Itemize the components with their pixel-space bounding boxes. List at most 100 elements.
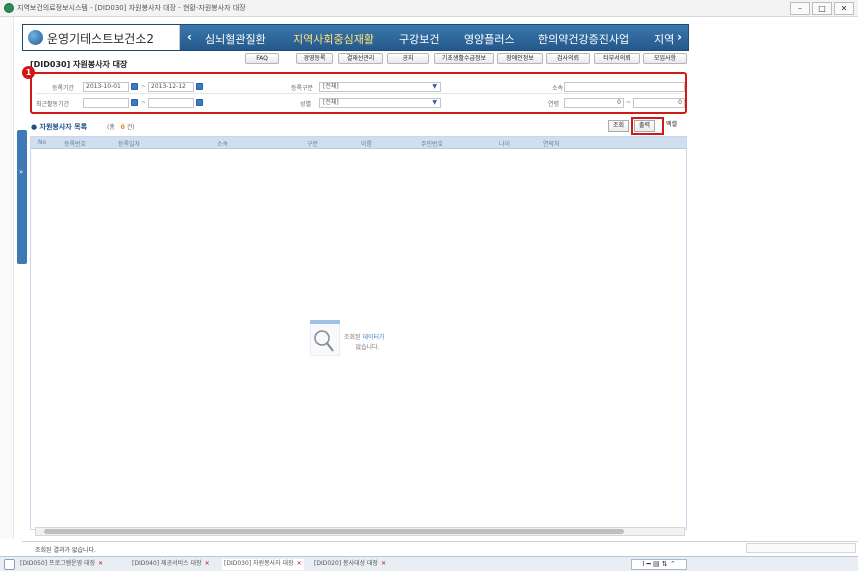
reg-type-label: 등록구분	[291, 85, 314, 92]
basic-livelihood-button[interactable]: 기초생활수급정보	[434, 53, 494, 64]
list-count: (총 0 건)	[107, 122, 135, 131]
tab-label: [DID020] 봉사대상 대장	[314, 560, 379, 567]
age-from-input[interactable]: 0	[564, 98, 624, 108]
org-name: 운영기테스트보건소2	[47, 32, 154, 46]
empty-message: 조회된 데이터가 없습니다.	[344, 333, 385, 353]
search-row-1: 등록기간 2013-10-01 ~ 2013-12-12 등록구분 [전체] ▼…	[36, 80, 685, 94]
range-tilde: ~	[141, 99, 147, 106]
tab-tools[interactable]: I ━ ▤ ⇅ ⌃	[631, 559, 687, 570]
window-title: 지역보건의료정보시스템 - [DID030] 자원봉사자 대장 - 현황-자원봉…	[17, 4, 246, 12]
left-edge-panel	[0, 17, 14, 539]
nav-item-community-rehab[interactable]: 지역사회중심재활	[293, 31, 374, 47]
faq-button[interactable]: FAQ	[245, 53, 279, 64]
reg-period-label: 등록기간	[52, 85, 75, 92]
nav-item-oral-health[interactable]: 구강보건	[399, 31, 439, 47]
gender-select[interactable]: [전체] ▼	[319, 98, 441, 108]
col-affiliation[interactable]: 소속	[217, 139, 228, 148]
tab-did020[interactable]: [DID020] 봉사대상 대장 ✕	[314, 559, 386, 570]
calendar-icon[interactable]	[196, 83, 203, 90]
scrollbar-thumb[interactable]	[44, 529, 624, 534]
horizontal-scrollbar[interactable]	[35, 527, 685, 536]
grid-header: No 등록번호 등록일자 소속 구분 이름 주민번호 나이 연락처	[31, 137, 686, 149]
reg-type-value: [전체]	[323, 83, 339, 90]
age-to-input[interactable]: 0	[633, 98, 685, 108]
range-tilde: ~	[626, 99, 632, 106]
search-button[interactable]: 조회	[608, 120, 630, 132]
tab-label: [DID050] 프로그램운영 대장	[20, 560, 96, 567]
calendar-icon[interactable]	[131, 83, 138, 90]
close-button[interactable]: ✕	[834, 2, 854, 15]
close-icon[interactable]: ✕	[98, 560, 103, 567]
register-button[interactable]: 경영등록	[296, 53, 333, 64]
callout-badge-1: 1	[22, 66, 35, 79]
volunteer-grid[interactable]: No 등록번호 등록일자 소속 구분 이름 주민번호 나이 연락처 조회된 데이…	[30, 136, 687, 530]
org-logo-icon	[28, 30, 43, 45]
chevron-right-icon: »	[19, 168, 23, 176]
nav-item-nutrition-plus[interactable]: 영양플러스	[464, 31, 515, 47]
nav-item-oriental-medicine[interactable]: 한의약건강증진사업	[538, 31, 629, 47]
tab-did030[interactable]: [DID030] 자원봉사자 대장 ✕	[222, 559, 304, 570]
chevron-down-icon: ▼	[432, 99, 437, 106]
col-no[interactable]: No	[38, 139, 46, 146]
empty-line1-b: 데이터가	[362, 334, 385, 341]
list-title-text: 자원봉사자 목록	[39, 123, 88, 131]
recent-period-label: 최근활동기간	[36, 101, 70, 108]
tab-label: [DID040] 제공서비스 대장	[132, 560, 202, 567]
location-pin-icon: ●	[31, 123, 38, 131]
tab-did040[interactable]: [DID040] 제공서비스 대장 ✕	[132, 559, 210, 570]
reg-type-select[interactable]: [전체] ▼	[319, 82, 441, 92]
count-prefix: (총	[107, 124, 115, 131]
home-icon[interactable]	[4, 559, 15, 570]
side-panel-toggle[interactable]: »	[17, 130, 29, 264]
gender-value: [전체]	[323, 99, 339, 106]
magnifier-icon	[310, 320, 340, 356]
calendar-icon[interactable]	[131, 99, 138, 106]
nav-item-cardiovascular[interactable]: 심뇌혈관질환	[205, 31, 266, 47]
minimize-button[interactable]: –	[790, 2, 810, 15]
disability-info-button[interactable]: 장애인정보	[497, 53, 543, 64]
close-icon[interactable]: ✕	[297, 560, 302, 567]
top-header: 운영기테스트보건소2 ‹ 심뇌혈관질환 지역사회중심재활 구강보건 영양플러스 …	[22, 24, 689, 51]
window-titlebar: 지역보건의료정보시스템 - [DID030] 자원봉사자 대장 - 현황-자원봉…	[0, 0, 858, 17]
org-logo-area[interactable]: 운영기테스트보건소2	[23, 25, 180, 50]
col-reg-number[interactable]: 등록번호	[64, 139, 86, 148]
test-request-button[interactable]: 검사의뢰	[546, 53, 590, 64]
col-contact[interactable]: 연락처	[543, 139, 560, 148]
close-icon[interactable]: ✕	[381, 560, 386, 567]
reg-to-input[interactable]: 2013-12-12	[148, 82, 194, 92]
nav-item-region[interactable]: 지역	[654, 31, 674, 47]
maximize-button[interactable]: □	[812, 2, 832, 15]
list-title: ● 자원봉사자 목록	[31, 122, 87, 132]
reg-from-input[interactable]: 2013-10-01	[83, 82, 129, 92]
status-bar: 조회된 결과가 없습니다.	[22, 541, 858, 554]
approval-line-button[interactable]: 결재선관리	[338, 53, 383, 64]
recent-to-input[interactable]	[148, 98, 194, 108]
search-row-2: 최근활동기간 ~ 성별 [전체] ▼ 연령 0 ~ 0	[36, 96, 685, 110]
nav-next-arrow-icon[interactable]: ›	[677, 30, 682, 44]
other-dept-request-button[interactable]: 타부서의뢰	[594, 53, 640, 64]
calendar-icon[interactable]	[196, 99, 203, 106]
notice-button[interactable]: 공지	[387, 53, 429, 64]
recent-from-input[interactable]	[83, 98, 129, 108]
app-icon	[4, 3, 14, 13]
affiliation-label: 소속	[552, 85, 564, 92]
gender-label: 성별	[300, 101, 312, 108]
affiliation-input[interactable]	[564, 82, 685, 92]
tab-did050[interactable]: [DID050] 프로그램운영 대장 ✕	[20, 559, 103, 570]
status-message: 조회된 결과가 없습니다.	[35, 547, 96, 554]
empty-line1-a: 조회된	[344, 334, 363, 341]
col-name[interactable]: 이름	[361, 139, 372, 148]
meeting-button[interactable]: 모임사항	[643, 53, 687, 64]
open-tabs-bar: [DID050] 프로그램운영 대장 ✕ [DID040] 제공서비스 대장 ✕ […	[0, 556, 858, 571]
search-criteria-panel: 등록기간 2013-10-01 ~ 2013-12-12 등록구분 [전체] ▼…	[30, 72, 687, 114]
close-icon[interactable]: ✕	[205, 560, 210, 567]
col-resident-number[interactable]: 주민번호	[421, 139, 443, 148]
excel-button[interactable]: 엑셀	[662, 120, 681, 132]
page-title: [DID030] 자원봉사자 대장	[30, 60, 128, 69]
count-value: 0	[120, 124, 125, 131]
nav-prev-arrow-icon[interactable]: ‹	[187, 30, 192, 44]
col-reg-date[interactable]: 등록일자	[118, 139, 140, 148]
col-age[interactable]: 나이	[499, 139, 510, 148]
col-type[interactable]: 구분	[307, 139, 318, 148]
range-tilde: ~	[141, 83, 147, 90]
